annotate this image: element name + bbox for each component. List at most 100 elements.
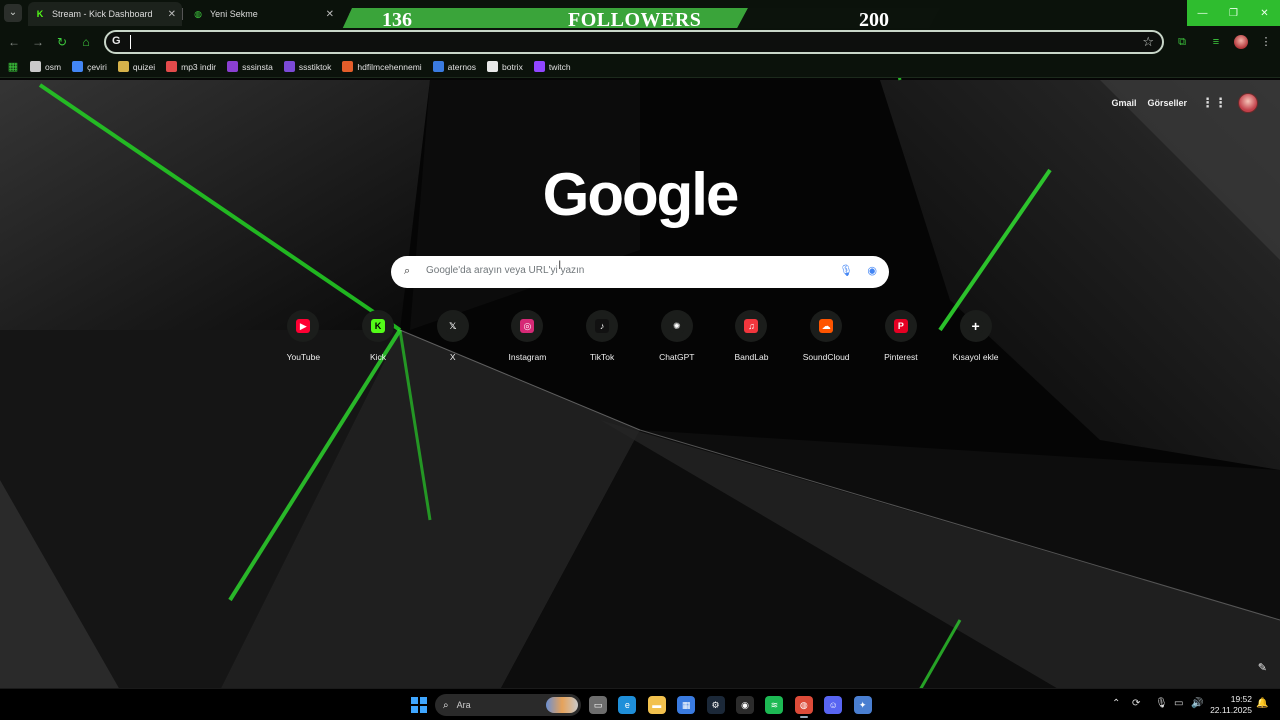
ssstiktok-icon <box>283 61 295 72</box>
bookmark-ssstiktok[interactable]: ssstiktok <box>283 61 331 72</box>
windows-taskbar: ⌕ Ara ▭ e ▬ ▦ ⚙ ◉ ≋ ◍ ☺ ✦ ⌃ ⟳ 🎙 ▭ 🔊 19:52 22.11.2… <box>0 688 1280 720</box>
close-button[interactable]: ✕ <box>1249 0 1280 26</box>
bookmark-hdfilmcehennemi[interactable]: hdfilmcehennemi <box>342 61 422 72</box>
tab-divider <box>182 8 183 20</box>
bookmark-botrix[interactable]: botrix <box>487 61 523 72</box>
bookmark-twitch[interactable]: twitch <box>533 61 571 72</box>
chrome-icon[interactable]: ◍ <box>794 696 813 718</box>
shortcut-bandlab[interactable]: ♫ BandLab <box>714 310 789 362</box>
task-view-icon[interactable]: ▭ <box>589 696 607 714</box>
file-explorer-icon[interactable]: ▬ <box>647 696 666 714</box>
shortcut-chatgpt[interactable]: ✺ ChatGPT <box>639 310 714 362</box>
botrix-icon <box>487 61 499 72</box>
address-bar[interactable]: G ☆ <box>104 30 1164 54</box>
tab-close-icon[interactable]: ✕ <box>326 9 334 20</box>
reload-icon[interactable]: ↻ <box>54 34 70 50</box>
shortcut-soundcloud[interactable]: ☁ SoundCloud <box>789 310 864 362</box>
twitch-icon <box>533 61 545 72</box>
shortcut-tile: ♪ <box>586 310 619 342</box>
pinterest-icon: P <box>893 319 908 333</box>
microphone-icon[interactable]: 🎙 <box>839 264 853 277</box>
network-icon[interactable]: ▭ <box>1174 698 1183 709</box>
shortcut-label: SoundCloud <box>802 352 850 362</box>
bookmark-ceviri[interactable]: çeviri <box>72 61 107 72</box>
google-lens-icon[interactable]: ◉ <box>867 264 877 277</box>
microphone-tray-icon[interactable]: 🎙 <box>1155 698 1168 709</box>
customize-pencil-icon[interactable]: ✎ <box>1258 661 1267 674</box>
translate-icon <box>72 61 84 72</box>
search-icon: ⌕ <box>443 699 449 711</box>
tab-kick-dashboard[interactable]: K Stream - Kick Dashboard ✕ <box>28 2 182 26</box>
shortcut-tile: ♫ <box>735 310 768 342</box>
bookmark-sssinsta[interactable]: sssinsta <box>227 61 273 72</box>
clock-date: 22.11.2025 <box>1210 705 1252 715</box>
bookmark-osm[interactable]: osm <box>30 61 61 72</box>
shortcut-label: Pinterest <box>884 352 918 362</box>
google-g-icon: G <box>112 35 121 47</box>
shortcut-tiktok[interactable]: ♪ TikTok <box>565 310 640 362</box>
forward-arrow-icon[interactable]: → <box>30 34 46 50</box>
shortcut-youtube[interactable]: ▶ YouTube <box>266 310 341 362</box>
profile-avatar-icon[interactable] <box>1234 35 1248 49</box>
kick-icon: K <box>36 9 44 19</box>
bookmark-star-icon[interactable]: ☆ <box>1142 34 1154 50</box>
store-icon[interactable]: ▦ <box>677 696 696 714</box>
mp3-icon <box>166 61 178 72</box>
shortcut-kick[interactable]: K Kick <box>341 310 416 362</box>
bookmark-aternos[interactable]: aternos <box>432 61 476 72</box>
osm-icon <box>30 61 41 72</box>
obs-icon[interactable]: ◉ <box>736 696 754 714</box>
steam-icon[interactable]: ⚙ <box>706 696 725 714</box>
shortcut-tile: ◎ <box>511 310 544 342</box>
notification-bell-icon[interactable]: 🔔 <box>1256 698 1268 709</box>
images-link[interactable]: Görseller <box>1147 98 1187 108</box>
bookmark-mp3-indir[interactable]: mp3 indir <box>166 61 216 72</box>
youtube-icon: ▶ <box>296 319 311 333</box>
tab-new-tab[interactable]: ◍ Yeni Sekme ✕ <box>186 2 340 26</box>
sssinsta-icon <box>227 61 239 72</box>
back-arrow-icon[interactable]: ← <box>6 34 22 50</box>
shortcut-tile: ☁ <box>810 310 843 342</box>
shortcut-tile: K <box>362 310 395 342</box>
x-icon: 𝕏 <box>445 319 460 333</box>
shortcut-label: BandLab <box>734 352 769 362</box>
shortcut-instagram[interactable]: ◎ Instagram <box>490 310 565 362</box>
aternos-icon <box>432 61 444 72</box>
apps-grid-icon[interactable]: ▦ <box>6 60 20 74</box>
avatar[interactable] <box>1238 93 1258 113</box>
sync-icon[interactable]: ⟳ <box>1132 698 1140 709</box>
spotify-icon[interactable]: ≋ <box>765 696 784 714</box>
tab-title: Yeni Sekme <box>210 9 258 19</box>
tab-close-icon[interactable]: ✕ <box>168 9 176 20</box>
restore-button[interactable]: ❐ <box>1218 0 1249 26</box>
discord-icon[interactable]: ☺ <box>824 696 843 714</box>
browser-toolbar: ← → ↻ ⌂ G ☆ ⧉ ≡ ⋮ <box>0 28 1280 56</box>
add-shortcut-button[interactable]: + Kısayol ekle <box>938 310 1013 362</box>
edge-icon[interactable]: e <box>618 696 637 714</box>
shortcut-label: Kısayol ekle <box>952 352 999 362</box>
google-apps-icon[interactable]: ⋮⋮ <box>1201 95 1227 111</box>
gmail-link[interactable]: Gmail <box>1111 98 1136 108</box>
taskbar-search[interactable]: ⌕ Ara <box>435 694 581 716</box>
search-box[interactable]: ⌕ Google'da arayın veya URL'yi yazın 🎙 ◉ <box>391 256 889 288</box>
chrome-newtab-icon: ◍ <box>194 8 202 19</box>
reading-list-icon[interactable]: ≡ <box>1208 34 1224 50</box>
volume-icon[interactable]: 🔊 <box>1191 698 1203 709</box>
bookmark-quizei[interactable]: quizei <box>117 61 155 72</box>
menu-kebab-icon[interactable]: ⋮ <box>1258 34 1274 50</box>
tab-title: Stream - Kick Dashboard <box>52 9 153 19</box>
settings-app-icon[interactable]: ✦ <box>853 696 872 714</box>
tab-search-button[interactable]: ⌄ <box>4 4 22 22</box>
hdfilm-icon <box>342 61 354 72</box>
google-header: Gmail Görseller ⋮⋮ <box>1100 93 1258 113</box>
home-icon[interactable]: ⌂ <box>78 34 94 50</box>
minimize-button[interactable]: — <box>1187 0 1218 26</box>
show-hidden-icons-chevron-icon[interactable]: ⌃ <box>1112 698 1120 709</box>
window-controls: — ❐ ✕ <box>1187 0 1280 26</box>
shortcut-x[interactable]: 𝕏X <box>415 310 490 362</box>
shortcut-pinterest[interactable]: P Pinterest <box>864 310 939 362</box>
bookmarks-bar: ▦ osm çeviri quizei mp3 indir sssinsta s… <box>0 56 1280 78</box>
extensions-icon[interactable]: ⧉ <box>1174 34 1190 50</box>
windows-start-icon[interactable] <box>411 697 427 713</box>
clock[interactable]: 19:52 22.11.2025 <box>1208 694 1252 716</box>
